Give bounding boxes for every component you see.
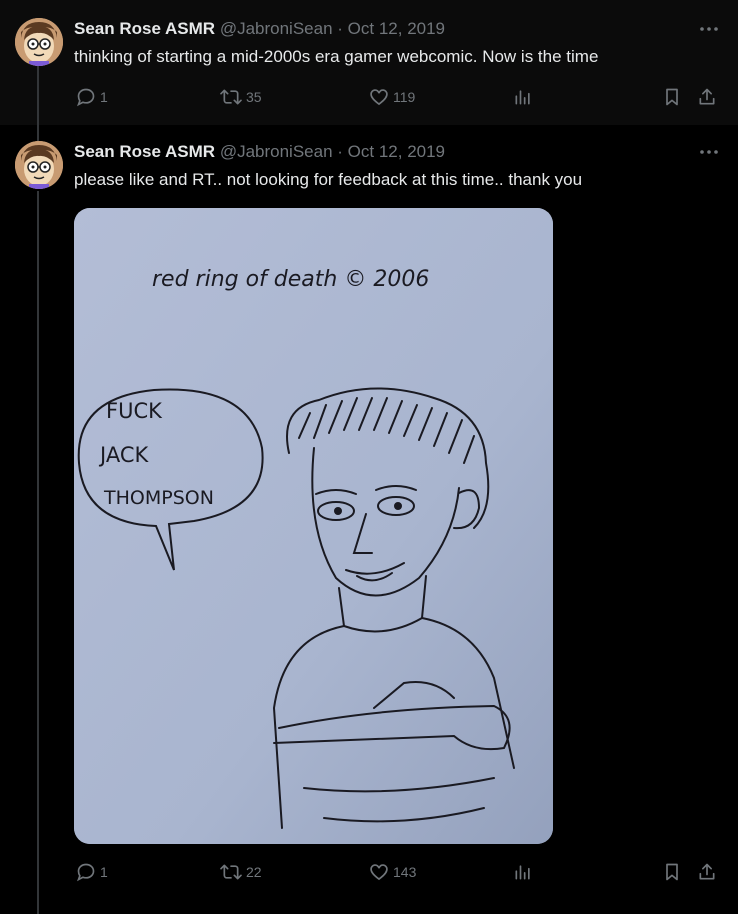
- reply-button[interactable]: 1: [76, 862, 108, 882]
- views-icon: [515, 865, 530, 880]
- avatar[interactable]: [15, 141, 63, 189]
- like-button[interactable]: 143: [369, 862, 416, 882]
- separator: ·: [337, 142, 343, 161]
- bookmark-button[interactable]: [662, 87, 682, 107]
- bookmark-button[interactable]: [662, 862, 682, 882]
- more-button[interactable]: [698, 141, 720, 163]
- like-count: 143: [393, 864, 417, 880]
- views-button[interactable]: [513, 862, 533, 882]
- author-name[interactable]: Sean Rose ASMR: [74, 19, 215, 38]
- avatar-image: [15, 18, 63, 66]
- tweet-2[interactable]: Sean Rose ASMR @JabroniSean · Oct 12, 20…: [0, 125, 738, 914]
- share-icon: [699, 88, 715, 105]
- comic-drawing: red ring of death © 2006 FUCK JACK THOMP…: [74, 208, 553, 844]
- share-icon: [699, 863, 715, 880]
- tweet-actions: 1 35 119: [74, 87, 722, 109]
- bubble-line-1: FUCK: [106, 399, 163, 423]
- views-button[interactable]: [513, 87, 533, 107]
- tweet-date[interactable]: Oct 12, 2019: [348, 142, 445, 161]
- author-handle[interactable]: @JabroniSean: [220, 142, 333, 161]
- thread-line-top: [37, 125, 39, 141]
- bubble-line-2: JACK: [98, 443, 149, 467]
- reply-button[interactable]: 1: [76, 87, 108, 107]
- tweet-1[interactable]: Sean Rose ASMR @JabroniSean · Oct 12, 20…: [0, 0, 738, 125]
- reply-count: 1: [100, 89, 108, 105]
- tweet-header: Sean Rose ASMR @JabroniSean · Oct 12, 20…: [74, 18, 445, 40]
- retweet-icon: [220, 89, 242, 105]
- bookmark-icon: [666, 863, 678, 881]
- like-count: 119: [393, 89, 416, 105]
- more-icon: [700, 27, 718, 31]
- like-icon: [370, 864, 388, 881]
- avatar[interactable]: [15, 18, 63, 66]
- reply-icon: [76, 863, 95, 882]
- views-icon: [515, 90, 530, 105]
- tweet-text: thinking of starting a mid-2000s era gam…: [74, 47, 599, 66]
- avatar-image: [15, 141, 63, 189]
- tweet-media-image[interactable]: red ring of death © 2006 FUCK JACK THOMP…: [74, 208, 553, 844]
- retweet-button[interactable]: 35: [220, 87, 262, 107]
- reply-icon: [76, 88, 95, 107]
- share-button[interactable]: [697, 862, 717, 882]
- like-button[interactable]: 119: [369, 87, 415, 107]
- bookmark-icon: [666, 88, 678, 106]
- like-icon: [370, 89, 388, 106]
- thread-line: [37, 191, 39, 914]
- more-icon: [700, 150, 718, 154]
- share-button[interactable]: [697, 87, 717, 107]
- retweet-count: 35: [246, 89, 262, 105]
- tweet-actions: 1 22 143: [74, 862, 722, 884]
- more-button[interactable]: [698, 18, 720, 40]
- retweet-count: 22: [246, 864, 262, 880]
- bubble-line-3: THOMPSON: [103, 487, 214, 509]
- tweet-text: please like and RT.. not looking for fee…: [74, 170, 583, 189]
- reply-count: 1: [100, 864, 108, 880]
- author-handle[interactable]: @JabroniSean: [220, 19, 333, 38]
- author-name[interactable]: Sean Rose ASMR: [74, 142, 215, 161]
- tweet-date[interactable]: Oct 12, 2019: [348, 19, 445, 38]
- comic-caption: red ring of death © 2006: [152, 267, 429, 292]
- thread-line: [37, 66, 39, 125]
- separator: ·: [337, 19, 343, 38]
- retweet-button[interactable]: 22: [220, 862, 262, 882]
- tweet-header: Sean Rose ASMR @JabroniSean · Oct 12, 20…: [74, 141, 445, 163]
- retweet-icon: [220, 864, 242, 880]
